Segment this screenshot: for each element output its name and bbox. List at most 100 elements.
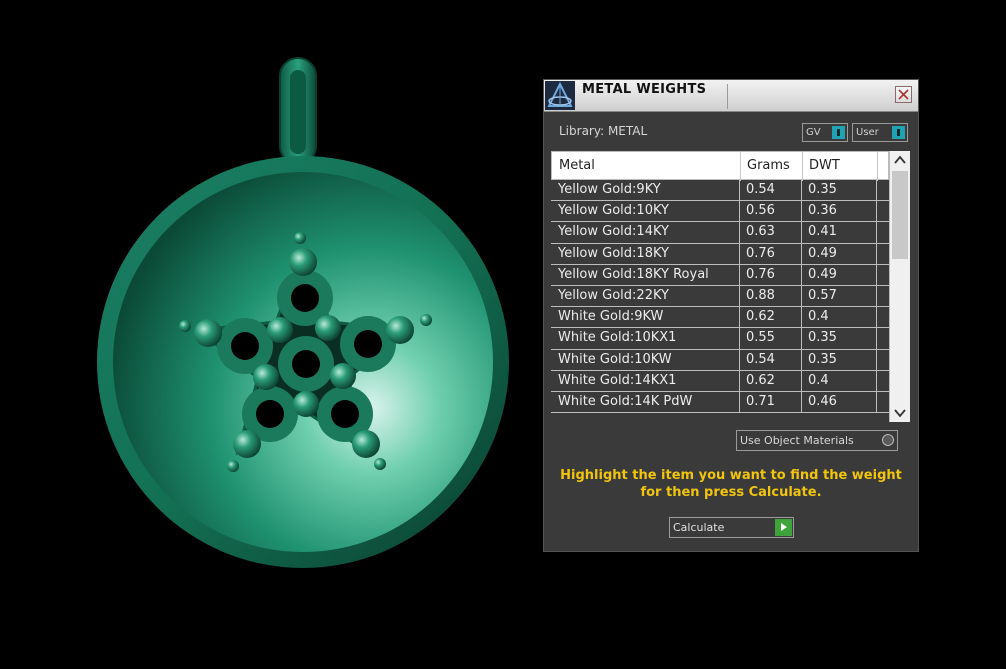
cell-divider (876, 180, 877, 201)
cell-divider (876, 264, 877, 286)
cell-divider (801, 264, 802, 286)
user-toggle[interactable]: User (852, 123, 908, 142)
table-row[interactable]: White Gold:10KW 0.54 0.35 (551, 349, 889, 371)
close-icon (898, 89, 909, 100)
cell-metal: Yellow Gold:10KY (558, 203, 669, 219)
cell-divider (739, 307, 740, 329)
cell-divider (801, 307, 802, 329)
table-row[interactable]: Yellow Gold:18KY 0.76 0.49 (551, 243, 889, 265)
use-object-materials-toggle[interactable]: Use Object Materials (736, 430, 898, 451)
cell-divider (739, 222, 740, 244)
column-divider (802, 152, 803, 181)
cell-metal: Yellow Gold:18KY (558, 245, 669, 261)
cell-divider (876, 222, 877, 244)
cell-dwt: 0.4 (808, 309, 829, 325)
cell-metal: Yellow Gold:22KY (558, 287, 669, 303)
list-rows: Yellow Gold:9KY 0.54 0.35 Yellow Gold:10KY 0… (551, 180, 889, 414)
cell-grams: 0.54 (746, 182, 775, 197)
cell-metal: White Gold:14K PdW (558, 393, 693, 409)
cell-metal: White Gold:14KX1 (558, 372, 677, 388)
column-header-metal[interactable]: Metal (559, 158, 595, 173)
play-arrow-icon (775, 519, 792, 536)
cell-grams: 0.71 (746, 393, 775, 409)
cell-grams: 0.55 (746, 330, 775, 346)
cell-divider (739, 264, 740, 286)
cell-metal: Yellow Gold:18KY Royal (558, 266, 709, 282)
toggle-switch-icon (892, 126, 905, 139)
panel-title: METAL WEIGHTS (582, 82, 707, 97)
cell-divider (739, 243, 740, 265)
chevron-up-icon (894, 155, 906, 164)
cell-divider (739, 285, 740, 307)
cell-divider (739, 180, 740, 201)
cell-divider (801, 201, 802, 223)
table-row[interactable]: White Gold:14KX1 0.62 0.4 (551, 370, 889, 392)
cell-metal: White Gold:10KW (558, 351, 672, 367)
cell-divider (801, 243, 802, 265)
cell-divider (876, 328, 877, 350)
cell-metal: Yellow Gold:9KY (558, 182, 661, 197)
cell-dwt: 0.36 (808, 203, 837, 219)
table-row[interactable]: White Gold:14K PdW 0.71 0.46 (551, 391, 889, 414)
cell-grams: 0.62 (746, 309, 775, 325)
cell-dwt: 0.35 (808, 182, 837, 197)
cell-divider (801, 180, 802, 201)
3d-viewport[interactable] (0, 0, 540, 665)
cell-divider (739, 328, 740, 350)
radio-icon (882, 434, 894, 446)
cell-dwt: 0.46 (808, 393, 837, 409)
list-header: Metal Grams DWT (551, 151, 889, 181)
table-row[interactable]: Yellow Gold:9KY 0.54 0.35 (551, 180, 889, 202)
metal-list[interactable]: Metal Grams DWT Yellow Gold:9KY 0.54 0.35 Y… (551, 151, 912, 422)
column-header-grams[interactable]: Grams (747, 158, 790, 173)
table-row[interactable]: Yellow Gold:10KY 0.56 0.36 (551, 201, 889, 223)
cell-divider (739, 349, 740, 371)
cell-metal: Yellow Gold:14KY (558, 224, 669, 240)
cell-metal: White Gold:10KX1 (558, 330, 677, 346)
chevron-down-icon (894, 409, 906, 418)
cell-divider (876, 243, 877, 265)
close-button[interactable] (895, 86, 912, 103)
calculate-button[interactable]: Calculate (669, 517, 794, 538)
cell-dwt: 0.49 (808, 266, 837, 282)
list-scrollbar[interactable] (889, 151, 910, 422)
table-row[interactable]: Yellow Gold:18KY Royal 0.76 0.49 (551, 264, 889, 286)
cell-divider (876, 391, 877, 413)
scroll-down-button[interactable] (890, 404, 910, 422)
cell-grams: 0.54 (746, 351, 775, 367)
cell-divider (876, 370, 877, 392)
cell-dwt: 0.35 (808, 351, 837, 367)
cell-grams: 0.63 (746, 224, 775, 240)
cell-divider (801, 285, 802, 307)
user-toggle-label: User (856, 127, 879, 138)
table-row[interactable]: Yellow Gold:22KY 0.88 0.57 (551, 285, 889, 308)
cell-divider (739, 391, 740, 413)
cell-dwt: 0.35 (808, 330, 837, 346)
calculate-label: Calculate (673, 521, 725, 534)
cell-divider (801, 391, 802, 413)
toggle-switch-icon (832, 126, 845, 139)
column-divider (740, 152, 741, 181)
scroll-thumb[interactable] (892, 171, 908, 259)
cell-grams: 0.88 (746, 287, 775, 303)
library-label: Library: METAL (559, 124, 648, 138)
use-object-materials-label: Use Object Materials (740, 434, 854, 447)
scroll-up-button[interactable] (890, 151, 910, 169)
cell-grams: 0.62 (746, 372, 775, 388)
gv-toggle[interactable]: GV (802, 123, 848, 142)
gv-toggle-label: GV (806, 127, 821, 138)
table-row[interactable]: White Gold:9KW 0.62 0.4 (551, 307, 889, 329)
column-header-dwt[interactable]: DWT (809, 158, 840, 173)
panel-titlebar[interactable]: METAL WEIGHTS (544, 80, 918, 112)
cell-divider (739, 370, 740, 392)
instruction-text: Highlight the item you want to find the … (560, 468, 902, 500)
table-row[interactable]: White Gold:10KX1 0.55 0.35 (551, 328, 889, 350)
cell-grams: 0.76 (746, 245, 775, 261)
column-divider (877, 152, 878, 181)
cell-metal: White Gold:9KW (558, 309, 664, 325)
cell-grams: 0.76 (746, 266, 775, 282)
table-row[interactable]: Yellow Gold:14KY 0.63 0.41 (551, 222, 889, 244)
cell-dwt: 0.57 (808, 287, 837, 303)
cell-divider (876, 285, 877, 307)
cell-divider (801, 349, 802, 371)
